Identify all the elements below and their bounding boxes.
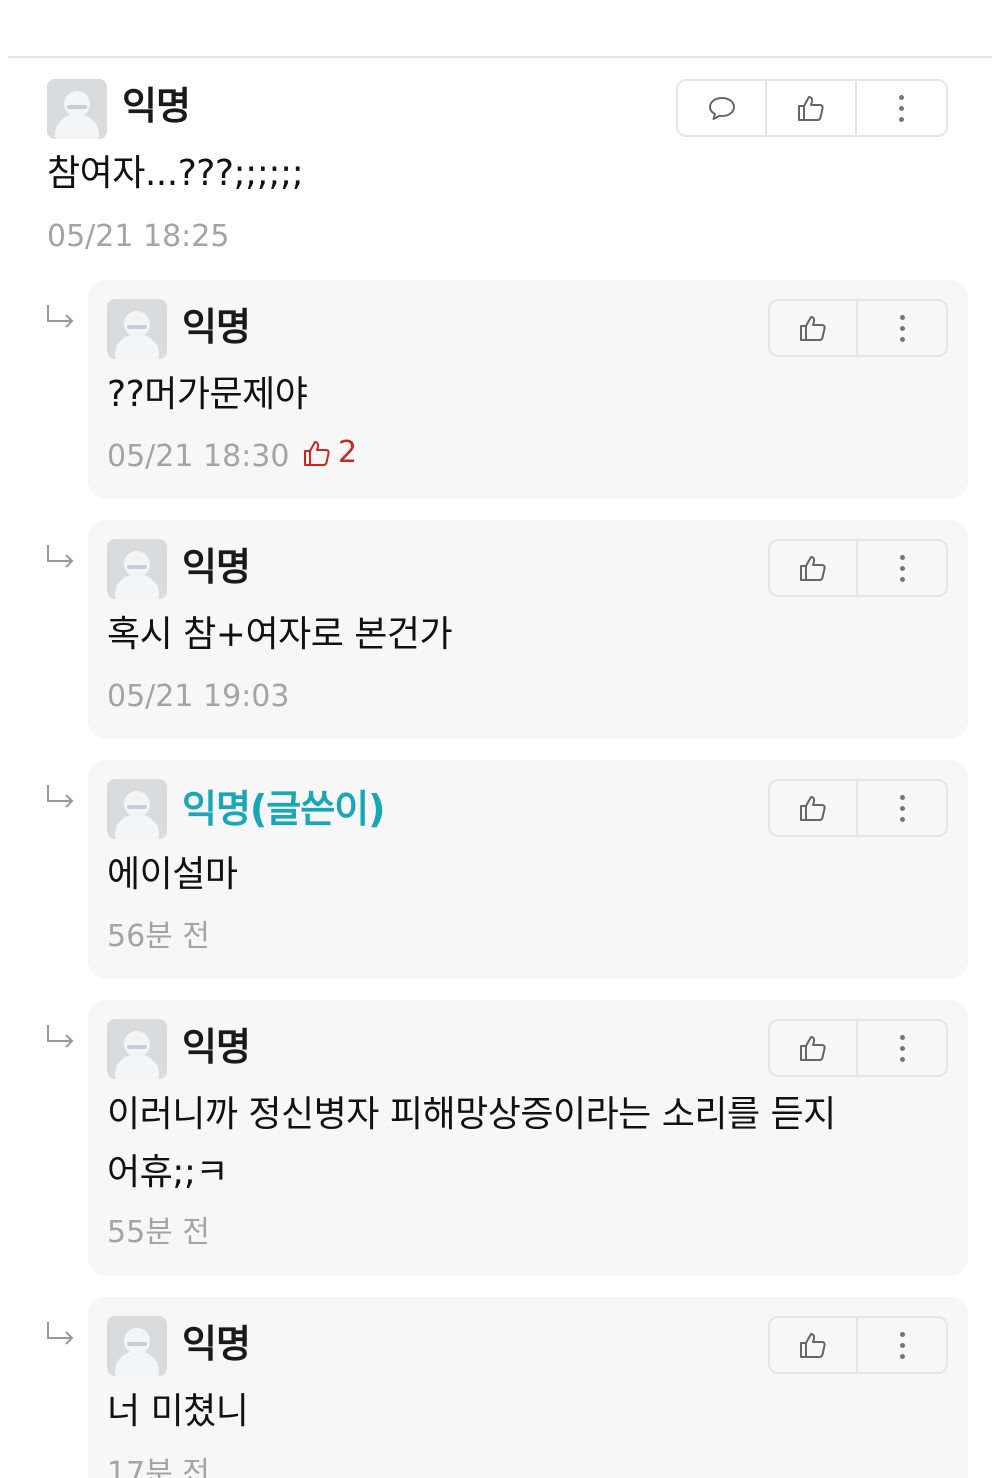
reply-time: 17분 전 [107, 1456, 210, 1478]
reply-author: 익명 [182, 1025, 251, 1069]
comment-author: 익명 [122, 84, 191, 128]
reply-arrow-icon [47, 545, 74, 568]
more-button[interactable] [858, 1021, 946, 1075]
reply-comment: 익명 이러니까 정신병자 피해망상증이라는 소리를 듣지 어휴;;ㅋ 55분 전 [88, 1000, 968, 1276]
comment-content: 참여자...???;;;;;; [47, 153, 304, 194]
avatar [47, 79, 107, 139]
reply-author-op: 익명(글쓴이) [182, 787, 386, 831]
reply-author: 익명 [182, 545, 251, 589]
reply-actions [768, 779, 948, 837]
reply-time: 56분 전 [107, 919, 210, 954]
reply-actions [768, 539, 948, 597]
reply-comment: 익명(글쓴이) 에이설마 56분 전 [88, 760, 968, 979]
reply-time: 05/21 19:03 [107, 679, 290, 714]
comment-actions [676, 79, 948, 137]
reply-time: 05/21 18:30 [107, 439, 290, 474]
like-button[interactable] [770, 541, 859, 595]
reply-content: ??머가문제야 [107, 374, 308, 415]
reply-content-line: 어휴;;ㅋ [107, 1152, 229, 1193]
avatar [107, 1019, 167, 1079]
reply-arrow-icon [47, 1322, 74, 1345]
reply-time: 55분 전 [107, 1215, 210, 1250]
like-button[interactable] [770, 301, 859, 355]
vertical-dots-icon [899, 1331, 905, 1359]
vertical-dots-icon [899, 794, 905, 822]
thumbs-up-icon [304, 441, 330, 466]
reply-actions [768, 299, 948, 357]
vertical-dots-icon [899, 1034, 905, 1062]
reply-comment: 익명 ??머가문제야 05/21 18:30 2 [88, 280, 968, 499]
avatar [107, 539, 167, 599]
reply-author: 익명 [182, 305, 251, 349]
reply-arrow-icon [47, 785, 74, 808]
reply-arrow-icon [47, 1025, 74, 1048]
like-button[interactable] [770, 781, 859, 835]
more-button[interactable] [858, 781, 946, 835]
reply-content: 혹시 참+여자로 본건가 [107, 614, 453, 655]
more-button[interactable] [857, 81, 946, 135]
reply-actions [768, 1316, 948, 1374]
divider [8, 56, 992, 58]
more-button[interactable] [858, 1318, 946, 1372]
reply-content-line: 이러니까 정신병자 피해망상증이라는 소리를 듣지 [107, 1094, 836, 1135]
more-button[interactable] [858, 301, 946, 355]
reply-comment: 익명 너 미쳤니 17분 전 [88, 1297, 968, 1478]
avatar [107, 1316, 167, 1376]
more-button[interactable] [858, 541, 946, 595]
speech-bubble-icon [708, 97, 735, 120]
vertical-dots-icon [898, 94, 904, 122]
thumbs-up-icon [800, 556, 826, 581]
like-button[interactable] [770, 1021, 859, 1075]
reply-comment: 익명 혹시 참+여자로 본건가 05/21 19:03 [88, 520, 968, 739]
reply-arrow-icon [47, 305, 74, 328]
reply-actions [768, 1019, 948, 1077]
avatar [107, 299, 167, 359]
reply-content: 에이설마 [107, 854, 238, 895]
thumbs-up-icon [800, 1333, 826, 1358]
reply-author: 익명 [182, 1322, 251, 1366]
reply-button[interactable] [678, 81, 768, 135]
reply-content: 너 미쳤니 [107, 1391, 249, 1432]
like-button[interactable] [767, 81, 857, 135]
vertical-dots-icon [899, 554, 905, 582]
thumbs-up-icon [800, 316, 826, 341]
avatar [107, 779, 167, 839]
like-button[interactable] [770, 1318, 859, 1372]
comment-thread: 익명 참여자...???;;;;;; 05/21 18:25 익명 ??머가문제… [0, 0, 1000, 1478]
thumbs-up-icon [800, 1036, 826, 1061]
like-count: 2 [302, 438, 357, 468]
thumbs-up-icon [800, 796, 826, 821]
comment-time: 05/21 18:25 [47, 219, 230, 254]
thumbs-up-icon [798, 96, 824, 121]
vertical-dots-icon [899, 314, 905, 342]
like-count-value: 2 [338, 435, 358, 470]
